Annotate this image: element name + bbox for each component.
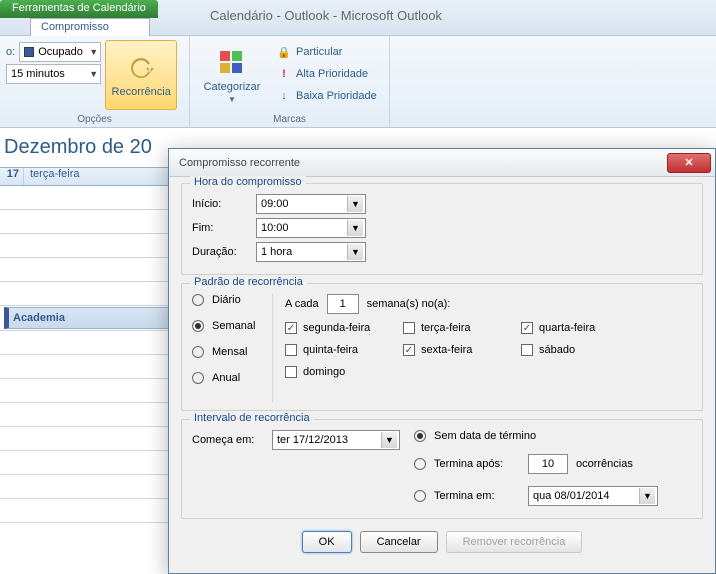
- chevron-down-icon: ▼: [381, 432, 397, 448]
- recurrence-button[interactable]: Recorrência: [105, 40, 177, 110]
- end-label: Fim:: [192, 222, 248, 234]
- pattern-legend: Padrão de recorrência: [190, 276, 307, 288]
- categorize-button[interactable]: Categorizar ▼: [196, 40, 268, 110]
- recurrence-dialog: Compromisso recorrente ✕ Hora do comprom…: [168, 148, 716, 574]
- end-by-value: qua 08/01/2014: [533, 490, 609, 502]
- close-icon: ✕: [684, 156, 693, 169]
- tags-group-label: Marcas: [196, 112, 383, 125]
- freq-monthly-radio[interactable]: Mensal: [192, 346, 272, 358]
- day-tue-check[interactable]: terça-feira: [403, 322, 521, 334]
- recurrence-label: Recorrência: [112, 86, 171, 98]
- freq-daily-radio[interactable]: Diário: [192, 294, 272, 306]
- end-time-value: 10:00: [261, 222, 289, 234]
- categorize-icon: [216, 47, 248, 79]
- private-button[interactable]: 🔒 Particular: [272, 42, 381, 62]
- reminder-dropdown[interactable]: 15 minutos ▼: [6, 64, 101, 84]
- tab-appointment[interactable]: Compromisso: [30, 18, 150, 36]
- ribbon: o: Ocupado ▼ 15 minutos ▼ Recorrência: [0, 36, 716, 128]
- chevron-down-icon: ▼: [228, 95, 236, 104]
- ok-button[interactable]: OK: [302, 531, 352, 553]
- lock-icon: 🔒: [276, 44, 292, 60]
- categorize-label: Categorizar: [204, 81, 261, 93]
- freq-weekly-radio[interactable]: Semanal: [192, 320, 272, 332]
- day-mon-check[interactable]: segunda-feira: [285, 322, 403, 334]
- cancel-button[interactable]: Cancelar: [360, 531, 438, 553]
- end-time-combo[interactable]: 10:00 ▼: [256, 218, 366, 238]
- day-of-week: terça-feira: [24, 168, 80, 185]
- remove-recurrence-button[interactable]: Remover recorrência: [446, 531, 583, 553]
- show-as-value: Ocupado: [38, 46, 83, 58]
- recurrence-icon: [125, 52, 157, 84]
- start-time-combo[interactable]: 09:00 ▼: [256, 194, 366, 214]
- chevron-down-icon: ▼: [347, 196, 363, 212]
- show-as-dropdown[interactable]: Ocupado ▼: [19, 42, 101, 62]
- range-legend: Intervalo de recorrência: [190, 412, 314, 424]
- high-priority-label: Alta Prioridade: [296, 68, 368, 80]
- window-title: Calendário - Outlook - Microsoft Outlook: [210, 8, 442, 23]
- every-n-input[interactable]: 1: [327, 294, 359, 314]
- end-by-date-combo[interactable]: qua 08/01/2014 ▼: [528, 486, 658, 506]
- options-group-label: Opções: [6, 112, 183, 125]
- every-suffix: semana(s) no(a):: [367, 298, 451, 310]
- low-priority-label: Baixa Prioridade: [296, 90, 377, 102]
- chevron-down-icon: ▼: [347, 220, 363, 236]
- chevron-down-icon: ▼: [89, 69, 98, 79]
- freq-yearly-radio[interactable]: Anual: [192, 372, 272, 384]
- private-label: Particular: [296, 46, 342, 58]
- close-button[interactable]: ✕: [667, 153, 711, 173]
- chevron-down-icon: ▼: [347, 244, 363, 260]
- context-tab[interactable]: Ferramentas de Calendário: [0, 0, 158, 18]
- duration-combo[interactable]: 1 hora ▼: [256, 242, 366, 262]
- range-start-combo[interactable]: ter 17/12/2013 ▼: [272, 430, 400, 450]
- start-label: Início:: [192, 198, 248, 210]
- end-after-count-input[interactable]: 10: [528, 454, 568, 474]
- every-prefix: A cada: [285, 298, 319, 310]
- end-after-radio[interactable]: Termina após: 10 ocorrências: [414, 454, 692, 474]
- duration-value: 1 hora: [261, 246, 292, 258]
- chevron-down-icon: ▼: [89, 47, 98, 57]
- high-priority-button[interactable]: ! Alta Prioridade: [272, 64, 381, 84]
- duration-label: Duração:: [192, 246, 248, 258]
- day-thu-check[interactable]: quinta-feira: [285, 344, 403, 356]
- low-priority-button[interactable]: ↓ Baixa Prioridade: [272, 86, 381, 106]
- day-sun-check[interactable]: domingo: [285, 366, 403, 378]
- no-end-radio[interactable]: Sem data de término: [414, 430, 692, 442]
- busy-swatch-icon: [24, 47, 34, 57]
- day-number: 17: [0, 168, 24, 185]
- start-time-value: 09:00: [261, 198, 289, 210]
- day-wed-check[interactable]: quarta-feira: [521, 322, 639, 334]
- dialog-title: Compromisso recorrente: [179, 157, 300, 169]
- chevron-down-icon: ▼: [639, 488, 655, 504]
- range-start-value: ter 17/12/2013: [277, 434, 348, 446]
- arrow-down-icon: ↓: [276, 88, 292, 104]
- range-start-label: Começa em:: [192, 434, 264, 446]
- end-by-radio[interactable]: Termina em: qua 08/01/2014 ▼: [414, 486, 692, 506]
- day-sat-check[interactable]: sábado: [521, 344, 639, 356]
- day-fri-check[interactable]: sexta-feira: [403, 344, 521, 356]
- exclamation-icon: !: [276, 66, 292, 82]
- reminder-value: 15 minutos: [11, 68, 65, 80]
- time-legend: Hora do compromisso: [190, 176, 306, 188]
